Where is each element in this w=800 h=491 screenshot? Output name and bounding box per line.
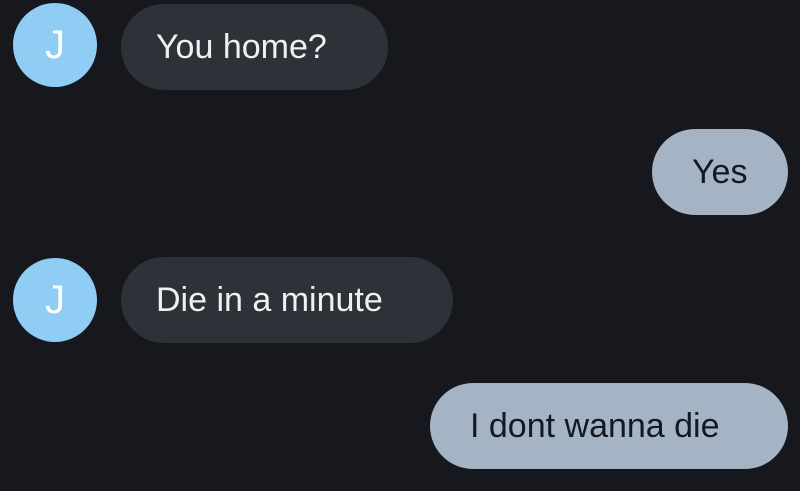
sender-avatar[interactable]: J [13,258,97,342]
outgoing-message-bubble[interactable]: I dont wanna die [430,383,788,469]
message-text: Yes [692,153,748,191]
incoming-message-bubble[interactable]: Die in a minute [121,257,453,343]
sender-avatar[interactable]: J [13,3,97,87]
message-text: Die in a minute [156,281,383,319]
message-text: I dont wanna die [470,407,720,445]
message-text: You home? [156,28,327,66]
avatar-initial: J [45,23,65,67]
conversation-view: J You home? Yes J Die in a minute I dont… [0,0,800,491]
outgoing-message-bubble[interactable]: Yes [652,129,788,215]
avatar-initial: J [45,278,65,322]
incoming-message-bubble[interactable]: You home? [121,4,388,90]
